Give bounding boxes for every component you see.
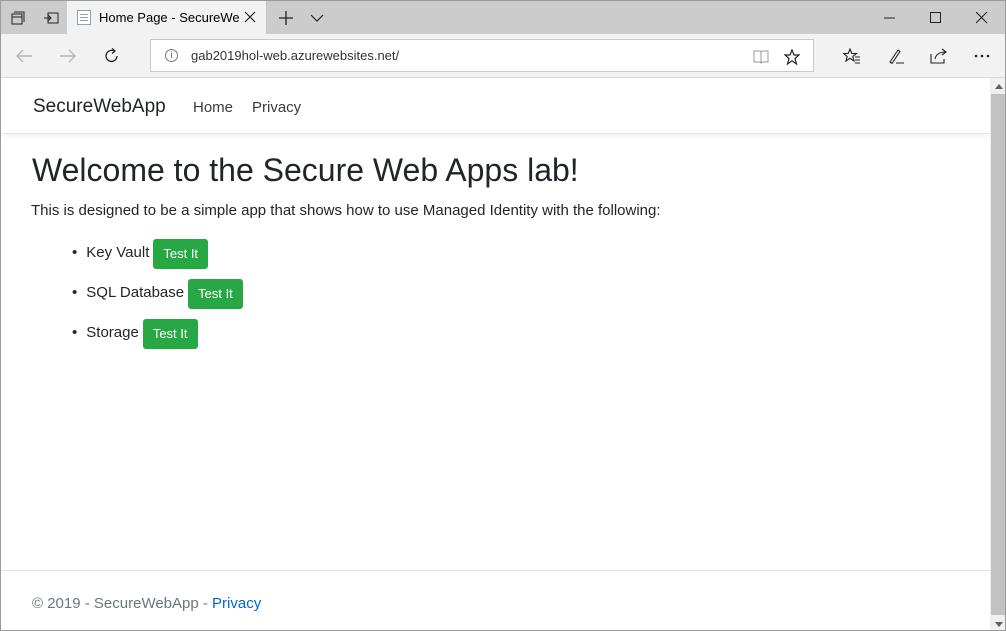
- favorites-icon[interactable]: [832, 40, 872, 72]
- list-item: • SQL Database Test It: [72, 276, 243, 309]
- browser-tab[interactable]: Home Page - SecureWe: [67, 1, 267, 34]
- favorite-star-icon[interactable]: [782, 47, 802, 67]
- forward-icon[interactable]: [51, 40, 85, 72]
- bullet: •: [72, 323, 78, 341]
- scroll-down-icon[interactable]: [990, 616, 1005, 630]
- more-icon[interactable]: [962, 40, 1002, 72]
- close-icon[interactable]: [242, 9, 258, 25]
- item-label: SQL Database: [86, 283, 185, 301]
- page-title: Welcome to the Secure Web Apps lab!: [32, 152, 579, 188]
- brand-link[interactable]: SecureWebApp: [33, 96, 166, 118]
- back-icon[interactable]: [7, 40, 41, 72]
- browser-toolbar: i gab2019hol-web.azurewebsites.net/: [1, 34, 1005, 78]
- test-storage-button[interactable]: Test It: [142, 318, 198, 349]
- item-label: Storage: [86, 323, 139, 341]
- intro-text: This is designed to be a simple app that…: [31, 202, 661, 219]
- footer-text: © 2019 - SecureWebApp - Privacy: [32, 595, 261, 612]
- scroll-thumb[interactable]: [991, 94, 1005, 615]
- pen-icon[interactable]: [876, 40, 916, 72]
- tab-actions-icon[interactable]: [1, 1, 34, 34]
- tab-title: Home Page - SecureWe: [99, 10, 240, 25]
- test-key-vault-button[interactable]: Test It: [153, 238, 209, 269]
- bullet: •: [72, 283, 78, 301]
- site-footer: © 2019 - SecureWebApp - Privacy: [2, 570, 990, 630]
- copyright-text: © 2019 - SecureWebApp -: [32, 595, 213, 612]
- address-bar[interactable]: i gab2019hol-web.azurewebsites.net/: [150, 39, 814, 72]
- maximize-icon[interactable]: [913, 1, 959, 34]
- bullet: •: [72, 243, 78, 261]
- nav-privacy-link[interactable]: Privacy: [252, 99, 301, 116]
- set-aside-tabs-icon[interactable]: [34, 1, 67, 34]
- url-text[interactable]: gab2019hol-web.azurewebsites.net/: [191, 48, 399, 63]
- minimize-icon[interactable]: [867, 1, 913, 34]
- item-label: Key Vault: [86, 243, 150, 261]
- scroll-up-icon[interactable]: [990, 78, 1005, 94]
- tab-list-chevron-icon[interactable]: [300, 1, 333, 34]
- page-viewport: SecureWebApp Home Privacy Welcome to the…: [2, 78, 990, 630]
- list-item: • Storage Test It: [72, 316, 198, 349]
- site-navbar: SecureWebApp Home Privacy: [2, 78, 990, 134]
- page-icon: [77, 10, 91, 25]
- nav-home-link[interactable]: Home: [193, 99, 233, 116]
- title-bar: Home Page - SecureWe: [1, 1, 1005, 34]
- info-icon[interactable]: i: [165, 49, 178, 62]
- vertical-scrollbar[interactable]: [990, 78, 1005, 630]
- share-icon[interactable]: [919, 40, 959, 72]
- reading-view-icon[interactable]: [751, 47, 771, 67]
- test-sql-database-button[interactable]: Test It: [188, 278, 243, 309]
- footer-privacy-link[interactable]: Privacy: [212, 595, 261, 612]
- list-item: • Key Vault Test It: [72, 236, 209, 269]
- refresh-icon[interactable]: [95, 40, 129, 72]
- new-tab-icon[interactable]: [269, 1, 302, 34]
- close-window-icon[interactable]: [959, 1, 1005, 34]
- browser-window: Home Page - SecureWe i gab2019hol-web.az…: [0, 0, 1006, 631]
